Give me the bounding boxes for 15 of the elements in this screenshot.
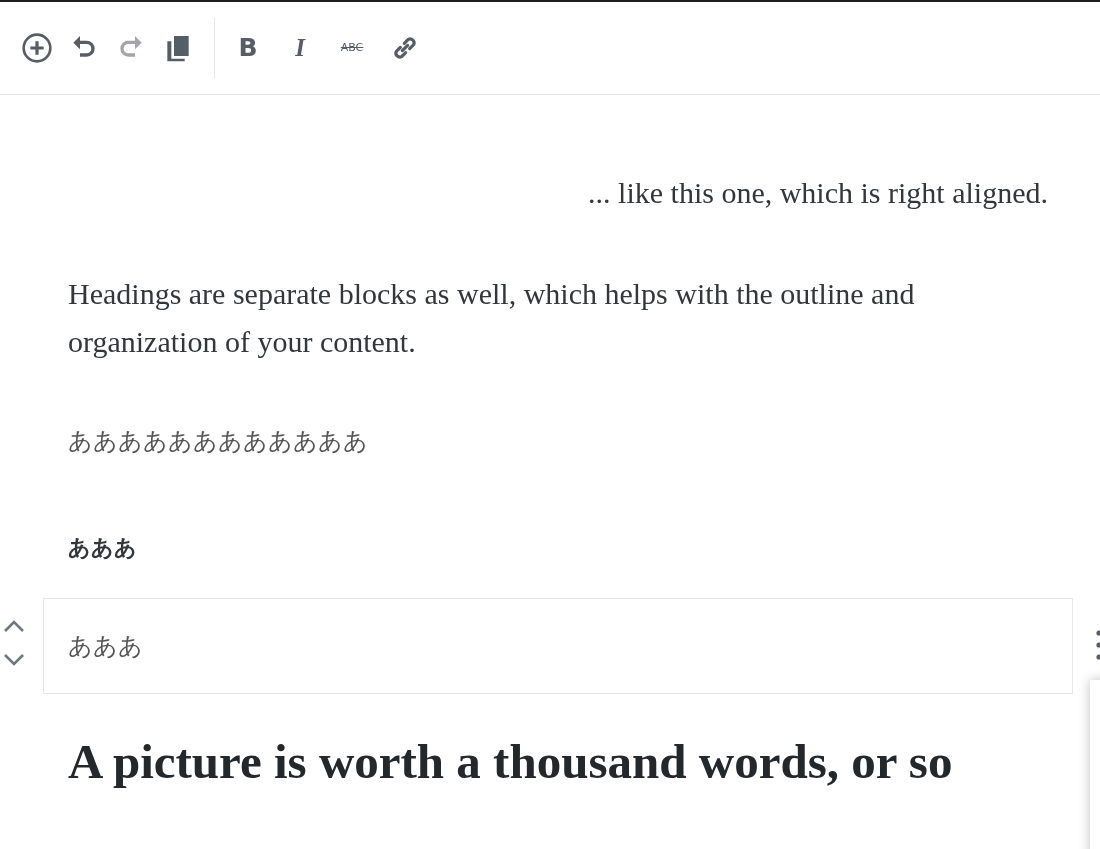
bold-button[interactable]: B <box>233 32 263 64</box>
italic-button[interactable]: I <box>285 32 315 64</box>
paragraph-text: ... like this one, which is right aligned. <box>587 175 1048 211</box>
heading-text: あああ <box>68 534 138 562</box>
add-icon <box>21 32 53 64</box>
heading-text: A picture is worth a thousand words, or so <box>68 733 954 791</box>
paragraph-text: Headings are separate blocks as well, which helps with the outline and organization of your content. <box>68 276 916 360</box>
chevron-down-icon <box>3 653 25 667</box>
paragraph-text: ああああああああああああ <box>68 426 369 457</box>
strikethrough-button[interactable]: ABC <box>337 32 367 64</box>
more-options-button[interactable] <box>1094 627 1100 663</box>
inserter-button[interactable] <box>21 32 53 64</box>
chevron-up-icon <box>3 619 25 633</box>
paragraph-text: あああ <box>68 631 144 662</box>
ellipsis-icon <box>1094 627 1100 663</box>
